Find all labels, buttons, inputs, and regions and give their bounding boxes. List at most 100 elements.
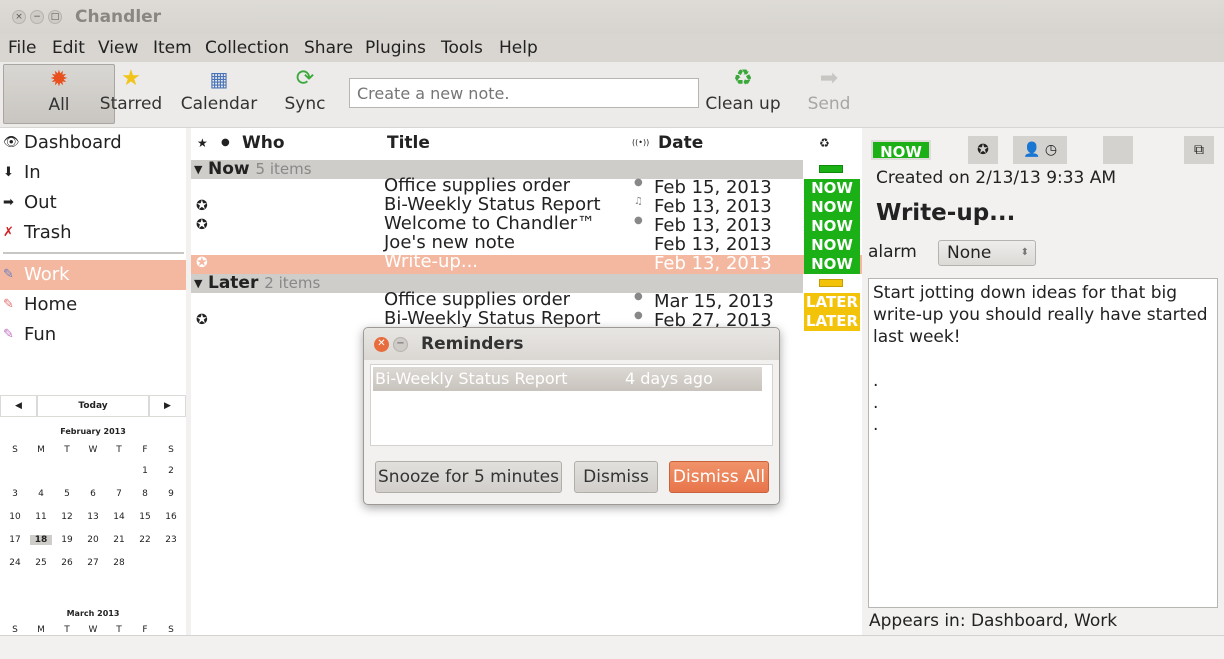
calendar-day[interactable]: 4 (30, 489, 52, 499)
menu-share[interactable]: Share (304, 38, 353, 58)
calendar-day[interactable]: 15 (134, 512, 156, 522)
star-column-header[interactable]: ★ (197, 128, 208, 158)
triage-status-button[interactable]: NOW (804, 198, 860, 217)
star-icon[interactable]: ✪ (196, 198, 208, 214)
dot-column-header[interactable]: ● (221, 128, 230, 158)
detail-blank-button[interactable] (1103, 136, 1133, 164)
alarm-select[interactable]: None ⬍ (938, 240, 1036, 266)
row-title: Welcome to Chandler™ (384, 213, 596, 234)
calendar-day[interactable]: 26 (56, 558, 78, 568)
sidebar-item-fun[interactable]: ✎ Fun (0, 320, 186, 350)
sidebar-item-in[interactable]: ⬇ In (0, 158, 186, 188)
detail-star-button[interactable]: ✪ (968, 136, 998, 164)
calendar-day[interactable]: 8 (134, 489, 156, 499)
calendar-day[interactable]: 25 (30, 558, 52, 568)
prev-month-button[interactable]: ◀ (0, 395, 37, 417)
group-count: 2 items (264, 274, 321, 292)
calendar-day[interactable]: 3 (4, 489, 26, 499)
title-column-header[interactable]: Title (387, 128, 430, 158)
menu-item[interactable]: Item (153, 38, 192, 58)
send-button[interactable]: ➡ Send (806, 64, 852, 124)
detail-expand-button[interactable]: ⧉ (1184, 136, 1214, 164)
calendar-day[interactable]: 23 (160, 535, 182, 545)
calendar-day[interactable]: 5 (56, 489, 78, 499)
calendar-day[interactable]: 21 (108, 535, 130, 545)
star-icon[interactable]: ✪ (196, 312, 208, 328)
menu-view[interactable]: View (98, 38, 138, 58)
calendar-button[interactable]: ▦ Calendar (180, 64, 258, 124)
triage-status-button[interactable]: LATER (804, 312, 860, 331)
calendar-day[interactable]: 17 (4, 535, 26, 545)
calendar-day[interactable]: 16 (160, 512, 182, 522)
sidebar-item-dashboard[interactable]: 👁 Dashboard (0, 128, 186, 158)
starred-button[interactable]: ★ Starred (98, 64, 164, 124)
cleanup-button[interactable]: ♻ Clean up (705, 64, 781, 124)
weekday-label: M (37, 445, 45, 455)
detail-triage-button[interactable]: NOW (871, 140, 931, 161)
menu-tools[interactable]: Tools (441, 38, 483, 58)
calendar-day[interactable]: 10 (4, 512, 26, 522)
calendar-day[interactable]: 11 (30, 512, 52, 522)
reminder-column-header[interactable]: ((•)) (632, 128, 649, 158)
cleanup-label: Clean up (705, 94, 781, 114)
triage-status-button[interactable]: NOW (804, 217, 860, 236)
sidebar-item-out[interactable]: ➡ Out (0, 188, 186, 218)
maximize-window-button[interactable]: □ (48, 10, 62, 24)
today-button[interactable]: Today (37, 395, 149, 417)
reminder-list-item[interactable]: Bi-Weekly Status Report 4 days ago (373, 367, 762, 391)
calendar-day[interactable]: 6 (82, 489, 104, 499)
calendar-day[interactable]: 19 (56, 535, 78, 545)
calendar-day[interactable]: 22 (134, 535, 156, 545)
star-icon[interactable]: ✪ (196, 255, 208, 271)
sidebar-item-home[interactable]: ✎ Home (0, 290, 186, 320)
calendar-day[interactable]: 18 (30, 535, 52, 545)
calendar-day[interactable]: 12 (56, 512, 78, 522)
calendar-day[interactable]: 20 (82, 535, 104, 545)
minimize-window-button[interactable]: − (30, 10, 44, 24)
snooze-button[interactable]: Snooze for 5 minutes (375, 461, 562, 493)
next-month-button[interactable]: ▶ (149, 395, 186, 417)
detail-title[interactable]: Write-up... (876, 200, 1015, 226)
triage-status-button[interactable]: NOW (804, 179, 860, 198)
dismiss-all-button[interactable]: Dismiss All (669, 461, 769, 493)
calendar-day[interactable]: 1 (134, 466, 156, 476)
collection-icon: ✎ (3, 327, 14, 342)
menu-plugins[interactable]: Plugins (365, 38, 426, 58)
row-date: Feb 15, 2013 (654, 177, 772, 198)
sync-button[interactable]: ⟳ Sync (284, 64, 326, 124)
minimize-icon[interactable]: − (393, 337, 408, 352)
sidebar-item-label: In (24, 162, 41, 183)
weekday-label: S (168, 445, 174, 455)
triage-status-button[interactable]: NOW (804, 255, 860, 274)
note-body-textarea[interactable]: Start jotting down ideas for that big wr… (868, 278, 1218, 608)
calendar-day[interactable]: 9 (160, 489, 182, 499)
calendar-month-title: March 2013 (66, 609, 120, 618)
who-column-header[interactable]: Who (242, 128, 285, 158)
sidebar-item-work[interactable]: ✎ Work (0, 260, 186, 290)
triage-status-button[interactable]: NOW (804, 236, 860, 255)
triangle-down-icon: ▼ (194, 163, 203, 176)
calendar-day[interactable]: 13 (82, 512, 104, 522)
calendar-day[interactable]: 2 (160, 466, 182, 476)
triage-column-header[interactable]: ♻ (819, 128, 830, 158)
calendar-day[interactable]: 14 (108, 512, 130, 522)
triage-status-button[interactable]: LATER (804, 293, 860, 312)
close-icon[interactable]: ✕ (374, 337, 389, 352)
group-title: Now (208, 159, 250, 179)
sidebar-item-trash[interactable]: ✗ Trash (0, 218, 186, 248)
dismiss-button[interactable]: Dismiss (574, 461, 658, 493)
menu-help[interactable]: Help (499, 38, 538, 58)
new-note-input[interactable] (349, 78, 699, 108)
date-column-header[interactable]: Date (658, 128, 703, 158)
star-icon[interactable]: ✪ (196, 217, 208, 233)
calendar-day[interactable]: 24 (4, 558, 26, 568)
calendar-day[interactable]: 28 (108, 558, 130, 568)
detail-event-button[interactable]: 👤 ◷ (1013, 136, 1067, 164)
calendar-day[interactable]: 27 (82, 558, 104, 568)
menu-edit[interactable]: Edit (52, 38, 85, 58)
calendar-day[interactable]: 7 (108, 489, 130, 499)
menu-file[interactable]: File (8, 38, 36, 58)
close-window-button[interactable]: × (12, 10, 26, 24)
menu-collection[interactable]: Collection (205, 38, 289, 58)
table-row[interactable]: ✪ Write-up... Feb 13, 2013 NOW (191, 251, 862, 274)
